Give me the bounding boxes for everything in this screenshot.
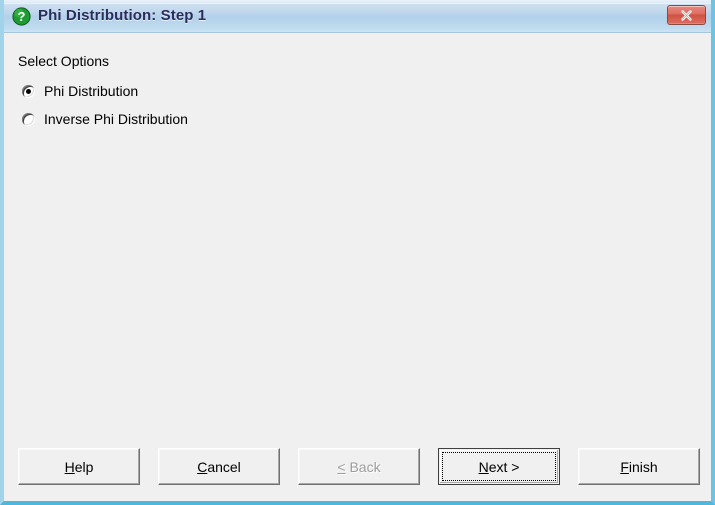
next-accel: N	[478, 458, 489, 475]
radio-option-phi-distribution[interactable]: Phi Distribution	[22, 80, 138, 102]
title-bar-sheen	[4, 3, 711, 4]
back-label-rest: Back	[345, 458, 381, 475]
dialog-window: ? Phi Distribution: Step 1 Select Option…	[0, 0, 715, 505]
close-icon	[681, 10, 692, 21]
dialog-client-area: Select Options Phi Distribution Inverse …	[4, 34, 711, 501]
question-mark-icon: ?	[12, 7, 31, 26]
radio-icon-selected[interactable]	[22, 84, 35, 98]
cancel-button[interactable]: Cancel	[158, 448, 280, 485]
back-button: < Back	[298, 448, 420, 485]
title-bar[interactable]: ? Phi Distribution: Step 1	[4, 0, 711, 33]
radio-option-label[interactable]: Phi Distribution	[44, 83, 138, 99]
close-button[interactable]	[667, 5, 706, 25]
radio-option-inverse-phi-distribution[interactable]: Inverse Phi Distribution	[22, 108, 188, 130]
cancel-accel: C	[197, 458, 208, 475]
svg-text:?: ?	[18, 9, 26, 24]
help-label-rest: elp	[74, 458, 94, 475]
finish-accel: F	[620, 458, 629, 475]
radio-option-label[interactable]: Inverse Phi Distribution	[44, 111, 188, 127]
finish-label-rest: inish	[628, 458, 658, 475]
next-button[interactable]: Next >	[438, 448, 560, 485]
help-button[interactable]: Help	[18, 448, 140, 485]
radio-icon-unselected[interactable]	[22, 112, 35, 126]
window-title: Phi Distribution: Step 1	[38, 7, 207, 24]
back-accel: <	[337, 458, 346, 475]
cancel-label-rest: ancel	[207, 458, 241, 475]
select-options-label: Select Options	[18, 53, 110, 69]
finish-button[interactable]: Finish	[578, 448, 700, 485]
help-accel: H	[64, 458, 75, 475]
next-label-rest: ext >	[488, 458, 520, 475]
